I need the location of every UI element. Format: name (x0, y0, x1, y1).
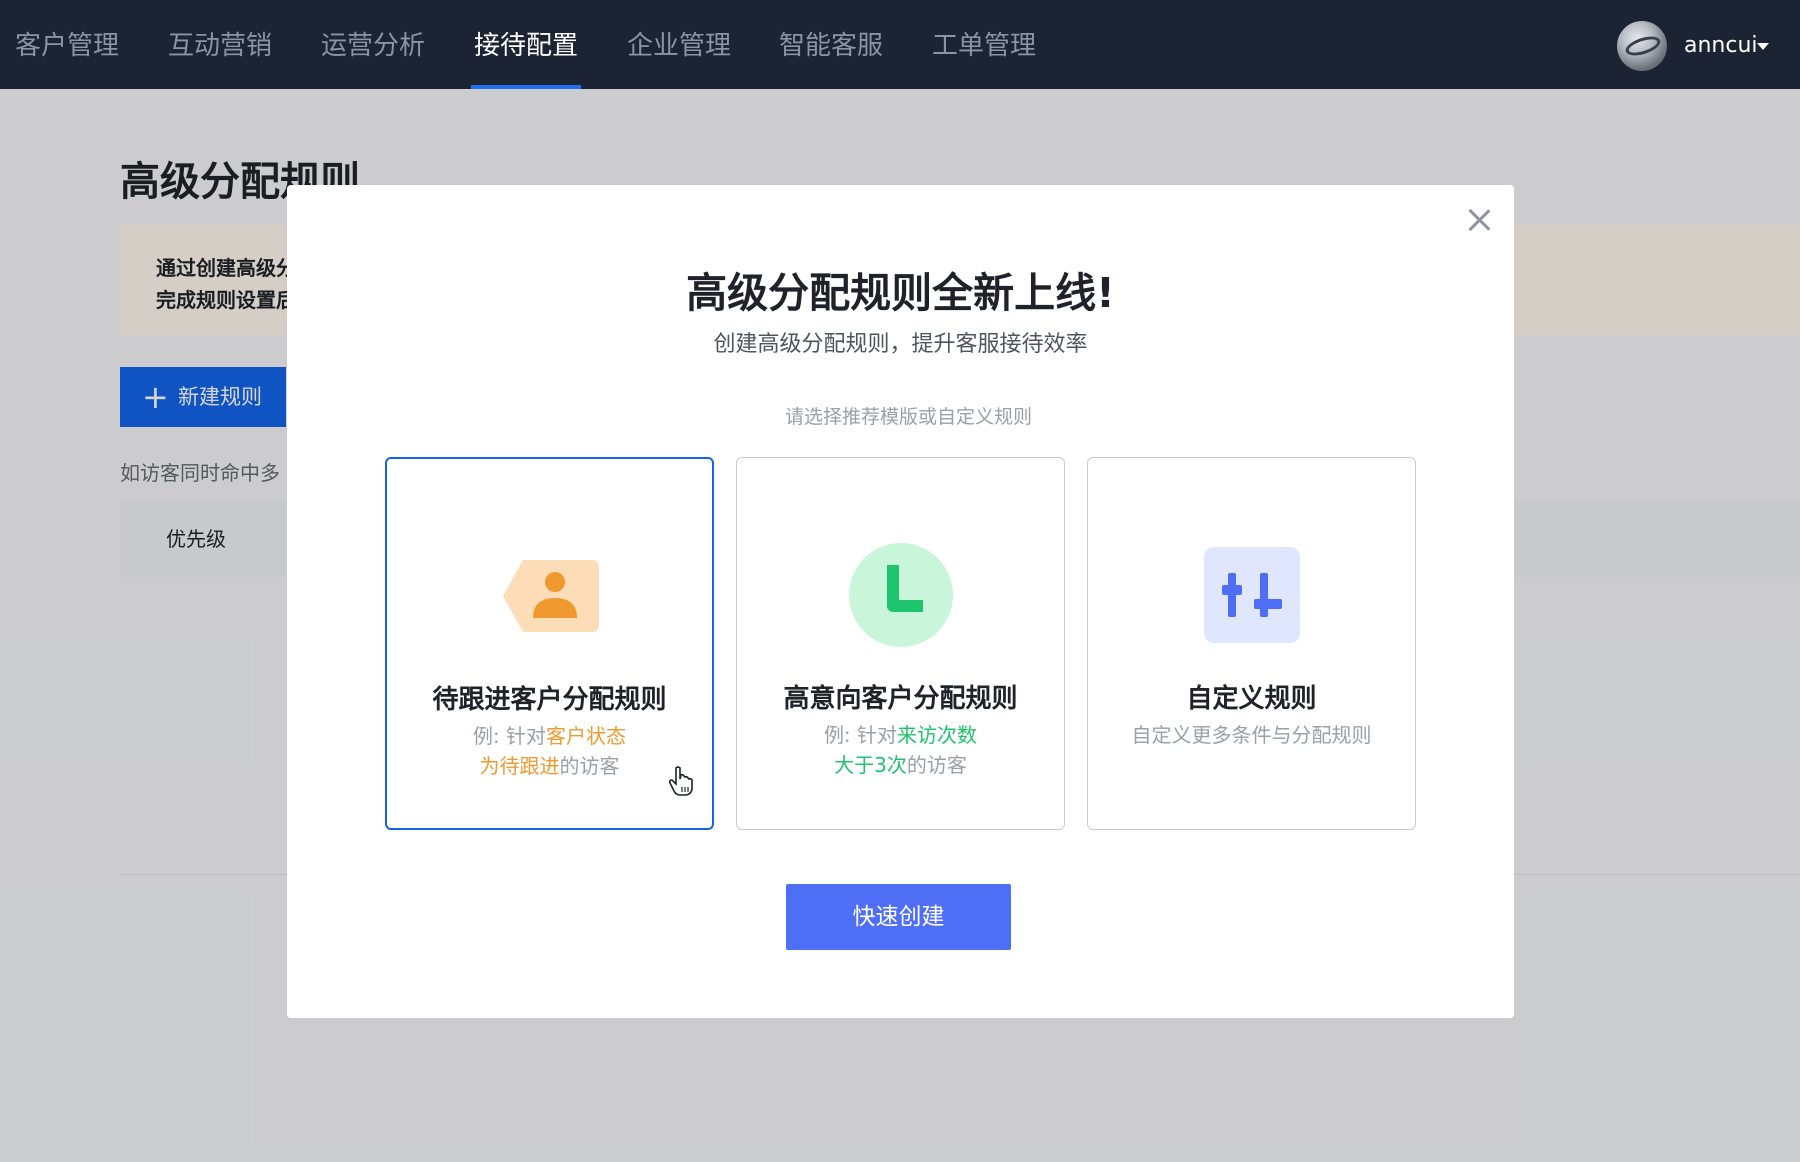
card-title: 高意向客户分配规则 (783, 684, 1018, 714)
template-card-high-intent[interactable]: 高意向客户分配规则 例: 针对来访次数 大于3次的访客 (736, 457, 1065, 830)
rules-modal: 高级分配规则全新上线! 创建高级分配规则，提升客服接待效率 请选择推荐模版或自定… (287, 185, 1514, 1018)
card-description: 自定义更多条件与分配规则 (1131, 723, 1372, 747)
close-icon[interactable] (1464, 205, 1494, 235)
nav-item-smart-service[interactable]: 智能客服 (779, 0, 883, 89)
quick-create-button[interactable]: 快速创建 (786, 884, 1011, 950)
choose-hint: 请选择推荐模版或自定义规则 (784, 406, 1032, 428)
modal-subtitle: 创建高级分配规则，提升客服接待效率 (713, 332, 1088, 357)
clock-icon (849, 543, 953, 647)
avatar[interactable] (1617, 21, 1667, 71)
nav-item-enterprise-management[interactable]: 企业管理 (627, 0, 731, 89)
nav-item-interactive-marketing[interactable]: 互动营销 (168, 0, 272, 89)
template-card-custom[interactable]: 自定义规则 自定义更多条件与分配规则 (1087, 457, 1416, 830)
nav-item-customer-management[interactable]: 客户管理 (15, 0, 119, 89)
chevron-down-icon[interactable] (1757, 43, 1769, 50)
card-title: 待跟进客户分配规则 (432, 685, 667, 715)
card-title: 自定义规则 (1186, 684, 1317, 714)
top-nav: 客户管理 互动营销 运营分析 接待配置 企业管理 智能客服 工单管理 anncu… (0, 0, 1800, 89)
nav-item-reception-config[interactable]: 接待配置 (470, 0, 582, 89)
template-card-follow-up[interactable]: 待跟进客户分配规则 例: 针对客户状态 为待跟进的访客 (385, 457, 714, 830)
sliders-icon (1204, 547, 1300, 643)
username[interactable]: anncui (1684, 0, 1758, 89)
card-description: 例: 针对来访次数 大于3次的访客 (823, 723, 978, 777)
nav-item-ticket-management[interactable]: 工单管理 (932, 0, 1036, 89)
nav-item-operation-analysis[interactable]: 运营分析 (321, 0, 425, 89)
modal-title: 高级分配规则全新上线! (686, 269, 1115, 317)
hand-cursor-icon (668, 766, 693, 796)
person-icon (503, 560, 599, 632)
card-description: 例: 针对客户状态 为待跟进的访客 (472, 724, 627, 778)
